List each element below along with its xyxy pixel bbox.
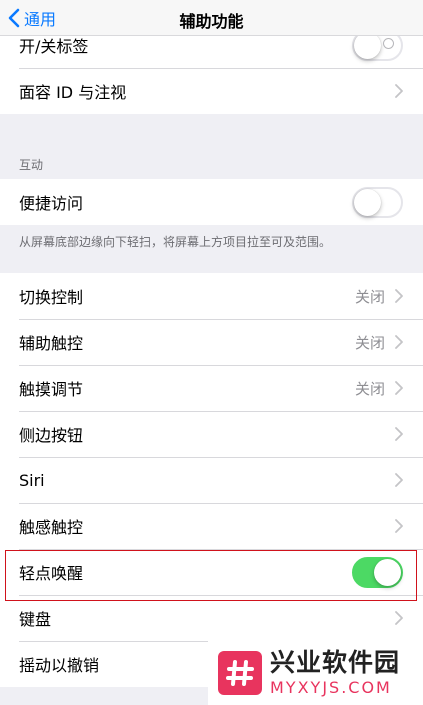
row-label: 辅助触控 <box>19 334 84 353</box>
chevron-right-icon <box>395 611 403 625</box>
row-label: 触摸调节 <box>19 380 84 399</box>
list-item-tap-to-wake[interactable]: 轻点唤醒 <box>0 549 423 595</box>
off-indicator-icon <box>383 37 394 49</box>
list-item-touch-accommodations[interactable]: 触摸调节 关闭 <box>0 365 423 411</box>
list-item-assistive-touch[interactable]: 辅助触控 关闭 <box>0 319 423 365</box>
row-label: 开/关标签 <box>19 37 89 56</box>
row-value: 关闭 <box>354 379 385 398</box>
navigation-bar: 通用 辅助功能 <box>0 0 423 36</box>
list-item-face-id[interactable]: 面容 ID 与注视 <box>0 68 423 114</box>
list-item-switch-control[interactable]: 切换控制 关闭 <box>0 273 423 319</box>
row-label: 切换控制 <box>19 288 84 307</box>
row-label: Siri <box>19 470 45 490</box>
list-item-reachability[interactable]: 便捷访问 <box>0 179 423 225</box>
page-title: 辅助功能 <box>179 12 244 31</box>
row-label: 键盘 <box>19 610 52 629</box>
reachability-group: 便捷访问 <box>0 179 423 225</box>
chevron-right-icon <box>395 473 403 487</box>
hash-logo-icon <box>218 650 262 695</box>
chevron-right-icon <box>395 381 403 395</box>
tap-to-wake-toggle[interactable] <box>352 556 403 588</box>
watermark: 兴业软件园 MYXYJS.COM <box>208 640 423 705</box>
row-label: 便捷访问 <box>19 194 84 213</box>
row-value: 关闭 <box>354 287 385 306</box>
list-item-siri[interactable]: Siri <box>0 457 423 503</box>
main-settings-group: 切换控制 关闭 辅助触控 关闭 触摸调节 关闭 侧边按钮 Siri 触感触控 轻… <box>0 273 423 687</box>
watermark-url: MYXYJS.COM <box>270 677 392 697</box>
list-item-side-button[interactable]: 侧边按钮 <box>0 411 423 457</box>
chevron-right-icon <box>395 335 403 349</box>
chevron-right-icon <box>395 427 403 441</box>
reachability-footer: 从屏幕底部边缘向下轻扫，将屏幕上方项目拉至可及范围。 <box>19 235 332 249</box>
row-label: 面容 ID 与注视 <box>19 83 127 102</box>
section-header-interaction: 互动 <box>19 158 44 172</box>
row-label: 侧边按钮 <box>19 426 84 445</box>
row-label: 摇动以撤销 <box>19 656 100 675</box>
list-item-haptic-touch[interactable]: 触感触控 <box>0 503 423 549</box>
chevron-right-icon <box>395 289 403 303</box>
list-item-keyboard[interactable]: 键盘 <box>0 595 423 641</box>
chevron-right-icon <box>395 84 403 98</box>
chevron-right-icon <box>395 519 403 533</box>
reachability-toggle[interactable] <box>352 186 403 218</box>
row-value: 关闭 <box>354 333 385 352</box>
row-label: 触感触控 <box>19 518 84 537</box>
watermark-name: 兴业软件园 <box>270 647 401 677</box>
row-label: 轻点唤醒 <box>19 564 84 583</box>
